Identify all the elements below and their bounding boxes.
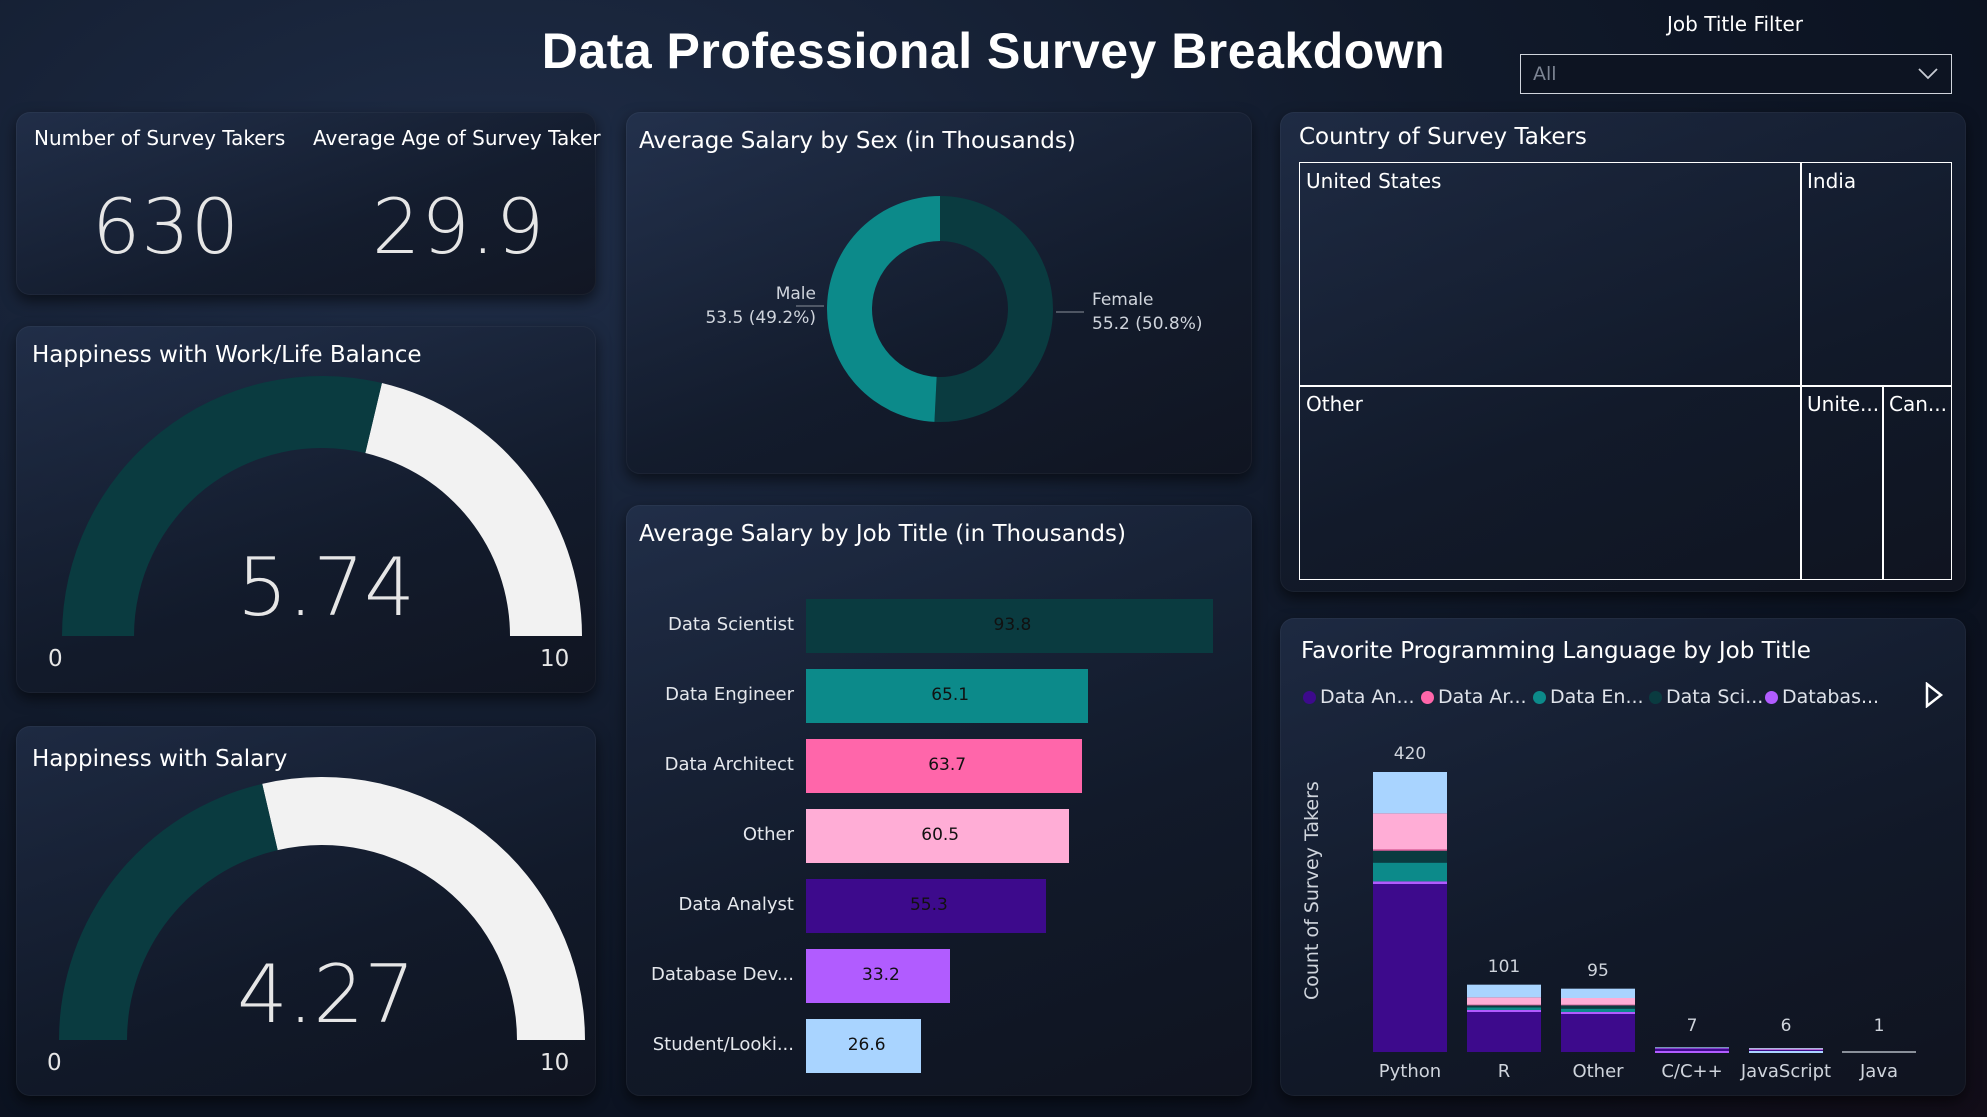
x-axis-label: Java	[1859, 1061, 1899, 1082]
treemap-label-india: India	[1807, 169, 1857, 193]
work-life-gauge-card: Happiness with Work/Life Balance 5.74 0 …	[16, 326, 596, 693]
salary-by-sex-card: Average Salary by Sex (in Thousands) Mal…	[626, 112, 1252, 474]
chevron-down-icon	[1918, 68, 1938, 80]
job-title-filter-value: All	[1533, 63, 1557, 85]
legend-dot	[1649, 690, 1662, 704]
male-value: 53.5 (49.2%)	[705, 308, 816, 328]
bar-value-label: 63.7	[928, 755, 967, 775]
treemap-cell-united-states[interactable]: United States	[1299, 162, 1802, 387]
bar-value-label: 26.6	[847, 1035, 886, 1055]
female-slice-label: Female 55.2 (50.8%)	[1092, 288, 1242, 336]
male-slice-label: Male 53.5 (49.2%)	[666, 282, 816, 330]
programming-language-title: Favorite Programming Language by Job Tit…	[1301, 638, 1811, 664]
legend-dot	[1421, 690, 1434, 704]
legend-item[interactable]: Databas...	[1765, 686, 1879, 708]
salary-by-job-chart: Data Scientist 93.8 Data Engineer 65.1 Data …	[626, 505, 1252, 1096]
country-card: Country of Survey Takers United States I…	[1280, 112, 1966, 592]
y-axis-title: Count of Survey Takers	[1301, 781, 1323, 1000]
female-value: 55.2 (50.8%)	[1092, 314, 1203, 334]
stack-total-label: 420	[1393, 744, 1427, 764]
bar-value-label: 60.5	[921, 825, 960, 845]
bar-category-label: Data Analyst	[678, 894, 794, 915]
stack-total-label: 101	[1487, 956, 1521, 977]
work-life-gauge	[62, 376, 582, 636]
kpi-card: Number of Survey Takers 630 Average Age …	[16, 112, 601, 295]
salary-gauge-min: 0	[47, 1050, 62, 1076]
legend-item[interactable]: Data An...	[1303, 686, 1415, 708]
treemap-cell-canada[interactable]: Can...	[1882, 385, 1952, 580]
work-life-gauge-value: 5.74	[236, 541, 416, 634]
bar-category-label: Student/Looki...	[652, 1034, 794, 1055]
donut-slice-female[interactable]	[934, 196, 1053, 422]
job-title-filter-label: Job Title Filter	[1667, 12, 1803, 36]
bar-category-label: Data Engineer	[665, 684, 794, 705]
treemap-label-united-states: United States	[1306, 169, 1442, 193]
work-life-gauge-min: 0	[48, 646, 63, 672]
country-title: Country of Survey Takers	[1299, 124, 1587, 150]
legend-dot	[1303, 690, 1316, 704]
legend-dot	[1765, 690, 1778, 704]
legend-dot	[1533, 690, 1546, 704]
donut-slice-male[interactable]	[826, 196, 940, 422]
legend-label: Databas...	[1782, 686, 1880, 708]
bar-value-label: 93.8	[993, 615, 1032, 635]
legend-label: Data An...	[1320, 686, 1415, 708]
bar-category-label: Data Architect	[664, 754, 794, 775]
legend-label: Data Sci...	[1666, 686, 1764, 708]
male-name: Male	[775, 284, 816, 304]
stack-total-label: 6	[1780, 1016, 1792, 1036]
average-age-value: 29.9	[372, 182, 546, 271]
treemap-cell-united-kingdom[interactable]: Unite...	[1800, 385, 1884, 580]
salary-gauge-card: Happiness with Salary 4.27 0 10	[16, 726, 596, 1096]
legend-item[interactable]: Data Ar...	[1421, 686, 1527, 708]
legend-label: Data En...	[1550, 686, 1644, 708]
bar-category-label: Other	[742, 824, 794, 845]
bar-value-label: 33.2	[862, 965, 900, 985]
country-treemap: United States India Other Unite... Can..…	[1299, 162, 1952, 580]
survey-takers-value: 630	[92, 182, 241, 271]
bar-category-label: Database Dev...	[651, 964, 794, 985]
female-name: Female	[1092, 290, 1154, 310]
work-life-gauge-max: 10	[540, 646, 570, 672]
bar-value-label: 55.3	[909, 895, 948, 915]
treemap-label-other: Other	[1306, 392, 1363, 416]
treemap-cell-other[interactable]: Other	[1299, 385, 1802, 580]
legend-item[interactable]: Data En...	[1533, 686, 1644, 708]
legend-label: Data Ar...	[1438, 686, 1527, 708]
salary-gauge-value: 4.27	[236, 948, 416, 1041]
treemap-cell-india[interactable]: India	[1800, 162, 1952, 387]
salary-by-job-card: Average Salary by Job Title (in Thousand…	[626, 505, 1252, 1096]
stack-total-label: 1	[1873, 1016, 1885, 1036]
treemap-label-canada: Can...	[1889, 392, 1947, 416]
job-title-filter-dropdown[interactable]: All	[1520, 54, 1952, 94]
play-icon[interactable]	[1924, 682, 1944, 708]
average-age-label: Average Age of Survey Taker	[313, 126, 601, 150]
survey-takers-label: Number of Survey Takers	[34, 126, 286, 150]
stack-total-label: 7	[1686, 1016, 1698, 1036]
bar-value-label: 65.1	[931, 685, 970, 705]
legend-item[interactable]: Data Sci...	[1649, 686, 1763, 708]
treemap-label-united-kingdom: Unite...	[1807, 392, 1880, 416]
stack-total-label: 95	[1587, 960, 1609, 981]
bar-category-label: Data Scientist	[668, 614, 794, 635]
